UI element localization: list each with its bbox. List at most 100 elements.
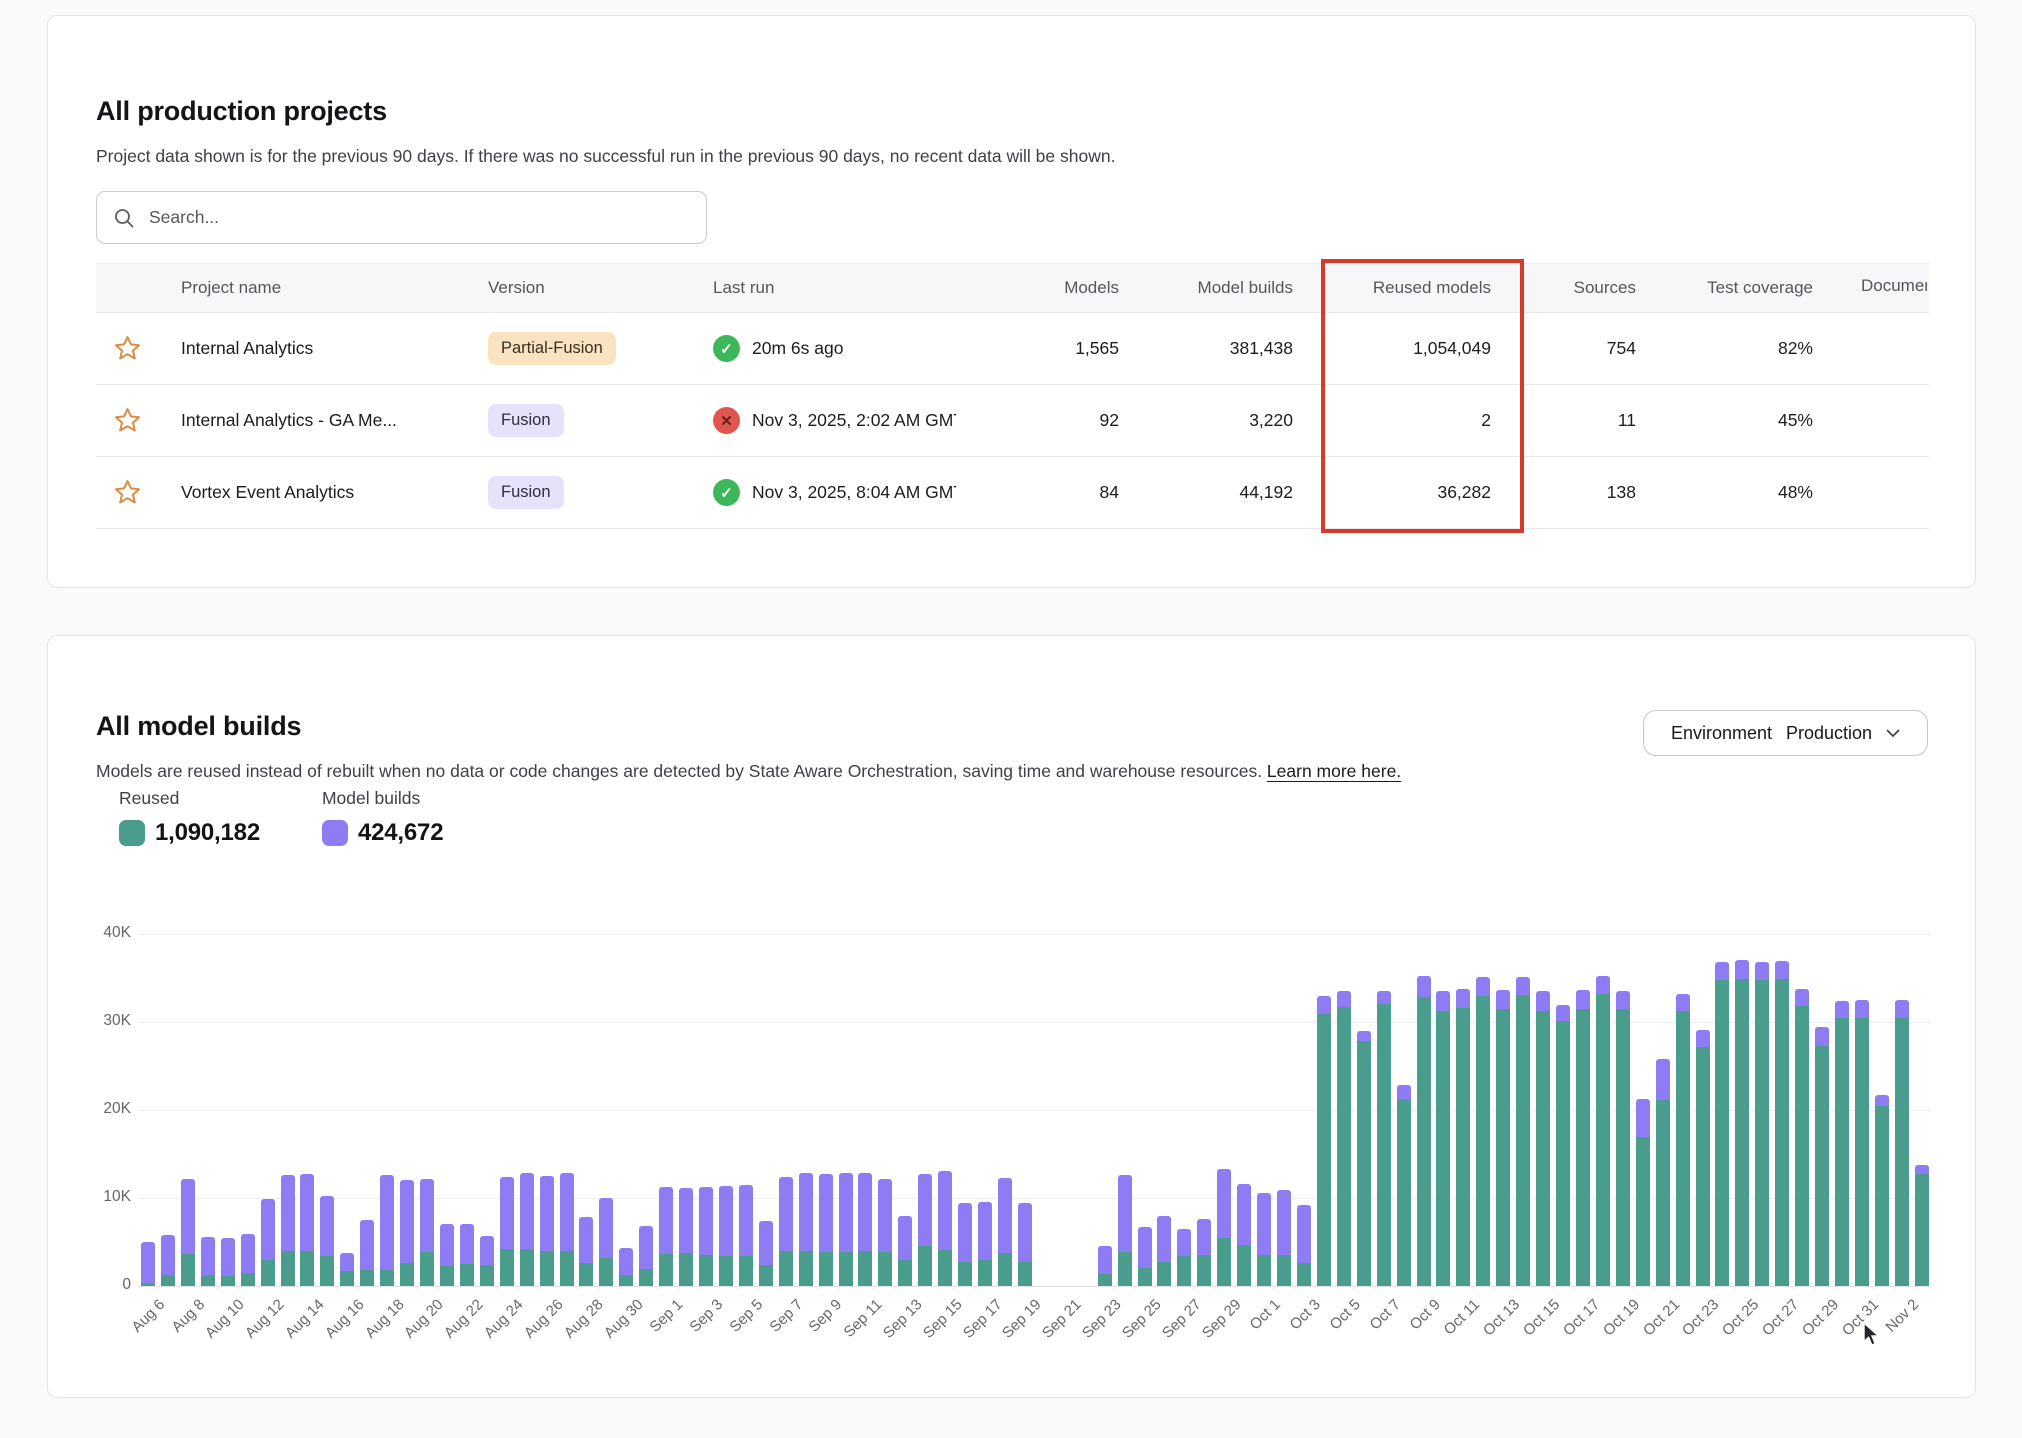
stacked-bar xyxy=(1357,1031,1371,1286)
legend-value-model-builds: 424,672 xyxy=(358,819,443,847)
stacked-bar xyxy=(1217,1169,1231,1286)
x-tick-label: Sep 21 xyxy=(1039,1296,1085,1342)
col-project-name: Project name xyxy=(181,278,488,298)
last-run-text: 20m 6s ago xyxy=(752,338,843,359)
favorite-star-button[interactable] xyxy=(112,405,143,436)
x-tick-label: Oct 19 xyxy=(1600,1296,1643,1339)
stacked-bar xyxy=(1297,1205,1311,1286)
x-tick-label: Sep 15 xyxy=(920,1296,966,1342)
x-tick-label: Sep 7 xyxy=(766,1296,806,1336)
stacked-bar xyxy=(1855,1000,1869,1286)
project-name-link[interactable]: Vortex Event Analytics xyxy=(181,482,354,502)
stacked-bar xyxy=(460,1224,474,1286)
stacked-bar xyxy=(1536,991,1550,1286)
stacked-bar xyxy=(1576,990,1590,1286)
stacked-bar xyxy=(679,1188,693,1286)
stacked-bar xyxy=(639,1226,653,1286)
search-icon xyxy=(113,207,135,229)
search-box[interactable] xyxy=(96,191,707,244)
favorite-star-button[interactable] xyxy=(112,333,143,364)
projects-table: Project name Version Last run Models Mod… xyxy=(96,263,1929,529)
col-last-run: Last run xyxy=(713,278,1003,298)
model-builds-value: 3,220 xyxy=(1119,410,1293,431)
builds-title: All model builds xyxy=(96,711,301,742)
stacked-bar xyxy=(540,1176,554,1286)
x-tick-label: Aug 20 xyxy=(401,1296,447,1342)
environment-select[interactable]: Environment Production xyxy=(1643,710,1928,756)
table-row[interactable]: Internal Analytics - GA Me... Fusion ✕ N… xyxy=(96,385,1929,457)
col-version: Version xyxy=(488,278,713,298)
stacked-bar xyxy=(1915,1165,1929,1286)
reused-models-value: 1,054,049 xyxy=(1293,338,1491,359)
models-value: 1,565 xyxy=(1003,338,1119,359)
legend-item-model-builds: Model builds 424,672 xyxy=(322,788,443,847)
project-name-link[interactable]: Internal Analytics xyxy=(181,338,313,358)
stacked-bar xyxy=(1676,994,1690,1286)
models-value: 92 xyxy=(1003,410,1119,431)
stacked-bar xyxy=(1436,991,1450,1286)
x-tick-label: Oct 31 xyxy=(1839,1296,1882,1339)
x-tick-label: Sep 11 xyxy=(841,1296,886,1341)
builds-subtitle-text: Models are reused instead of rebuilt whe… xyxy=(96,761,1267,781)
stacked-bar xyxy=(1715,962,1729,1286)
run-status-icon: ✕ xyxy=(713,407,740,434)
table-row[interactable]: Vortex Event Analytics Fusion ✓ Nov 3, 2… xyxy=(96,457,1929,529)
x-tick-label: Nov 2 xyxy=(1882,1296,1922,1336)
x-tick-label: Aug 6 xyxy=(128,1296,168,1336)
stacked-bar xyxy=(320,1196,334,1286)
environment-label: Environment xyxy=(1671,723,1772,744)
learn-more-link[interactable]: Learn more here. xyxy=(1267,761,1401,781)
x-tick-label: Oct 29 xyxy=(1799,1296,1842,1339)
stacked-bar xyxy=(799,1173,813,1287)
x-tick-label: Sep 1 xyxy=(646,1296,686,1336)
x-tick-label: Aug 12 xyxy=(242,1296,288,1342)
x-tick-label: Sep 5 xyxy=(726,1296,766,1336)
x-tick-label: Oct 15 xyxy=(1520,1296,1563,1339)
gridline xyxy=(138,1022,1931,1023)
stacked-bar xyxy=(440,1224,454,1286)
x-tick-label: Oct 7 xyxy=(1366,1296,1403,1333)
stacked-bar xyxy=(340,1253,354,1286)
favorite-star-button[interactable] xyxy=(112,477,143,508)
stacked-bar xyxy=(739,1185,753,1286)
legend-item-reused: Reused 1,090,182 xyxy=(119,788,260,847)
last-run-text: Nov 3, 2025, 8:04 AM GMT xyxy=(752,482,956,503)
y-tick-label: 20K xyxy=(81,1100,131,1118)
stacked-bar xyxy=(241,1234,255,1286)
stacked-bar xyxy=(520,1173,534,1286)
x-tick-label: Aug 18 xyxy=(362,1296,408,1342)
search-input[interactable] xyxy=(147,206,690,229)
stacked-bar xyxy=(1237,1184,1251,1286)
stacked-bar xyxy=(699,1187,713,1286)
test-coverage-value: 48% xyxy=(1636,482,1813,503)
stacked-bar xyxy=(1735,960,1749,1286)
y-tick-label: 10K xyxy=(81,1188,131,1206)
project-name-link[interactable]: Internal Analytics - GA Me... xyxy=(181,410,397,430)
x-tick-label: Sep 19 xyxy=(999,1296,1045,1342)
stacked-bar xyxy=(480,1236,494,1286)
stacked-bar xyxy=(659,1187,673,1286)
stacked-bar xyxy=(1138,1227,1152,1286)
test-coverage-value: 82% xyxy=(1636,338,1813,359)
x-tick-label: Aug 10 xyxy=(202,1296,248,1342)
stacked-bar xyxy=(161,1235,175,1286)
table-row[interactable]: Internal Analytics Partial-Fusion ✓ 20m … xyxy=(96,313,1929,385)
stacked-bar xyxy=(1496,990,1510,1286)
stacked-bar xyxy=(1177,1229,1191,1286)
col-models: Models xyxy=(1003,278,1119,298)
stacked-bar xyxy=(759,1221,773,1286)
model-builds-card: All model builds Models are reused inste… xyxy=(47,635,1976,1398)
x-tick-label: Oct 27 xyxy=(1759,1296,1802,1339)
environment-value: Production xyxy=(1786,723,1872,744)
col-test-coverage: Test coverage xyxy=(1636,278,1813,298)
col-sources: Sources xyxy=(1491,278,1636,298)
x-axis-labels: Aug 6Aug 8Aug 10Aug 12Aug 14Aug 16Aug 18… xyxy=(138,1288,1931,1368)
model-builds-value: 381,438 xyxy=(1119,338,1293,359)
x-tick-label: Sep 13 xyxy=(880,1296,926,1342)
sources-value: 754 xyxy=(1491,338,1636,359)
stacked-bar xyxy=(221,1238,235,1286)
stacked-bar xyxy=(779,1177,793,1286)
stacked-bar xyxy=(1636,1099,1650,1286)
stacked-bar xyxy=(1257,1193,1271,1286)
run-status-icon: ✓ xyxy=(713,335,740,362)
